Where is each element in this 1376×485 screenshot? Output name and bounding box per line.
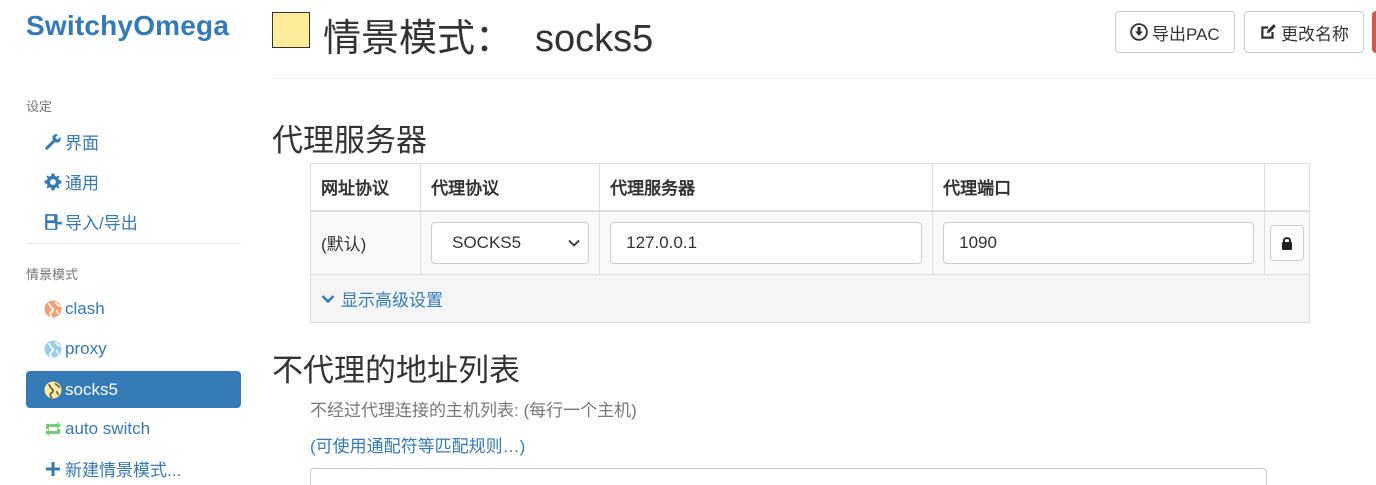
- protocol-select[interactable]: SOCKS5: [431, 221, 590, 264]
- lock-icon: [1282, 236, 1293, 250]
- scheme-cell: (默认): [309, 210, 422, 275]
- sidebar-item-import-export[interactable]: 导入/导出: [26, 203, 241, 240]
- chevron-down-icon: [321, 294, 335, 303]
- globe-icon: [43, 339, 63, 359]
- sidebar-item-label: socks5: [65, 379, 118, 399]
- chevron-down-icon: [568, 239, 580, 247]
- port-input[interactable]: 1090: [943, 221, 1255, 264]
- globe-icon: [43, 299, 63, 319]
- gear-icon: [43, 172, 63, 192]
- column-header: 网址协议: [309, 163, 422, 212]
- profile-name: socks5: [535, 18, 654, 60]
- export-pac-button[interactable]: 导出PAC: [1115, 11, 1235, 53]
- settings-header: 设定: [26, 99, 53, 114]
- column-header-empty: [1264, 163, 1310, 212]
- page-title: 情景模式： socks5: [323, 7, 653, 62]
- column-header: 代理协议: [420, 163, 601, 212]
- bypass-rules-link[interactable]: (可使用通配符等匹配规则…): [310, 432, 525, 457]
- sidebar-item-label: auto switch: [65, 418, 151, 438]
- globe-icon: [43, 380, 63, 400]
- server-input[interactable]: 127.0.0.1: [610, 221, 923, 264]
- column-header: 代理服务器: [599, 163, 934, 212]
- auth-button[interactable]: [1270, 224, 1305, 261]
- new-profile-link[interactable]: 新建情景模式...: [26, 450, 241, 485]
- switch-arrows-icon: [43, 419, 63, 439]
- show-advanced-link[interactable]: 显示高级设置: [321, 286, 443, 311]
- bypass-list-textarea[interactable]: [310, 468, 1267, 485]
- column-header: 代理端口: [932, 163, 1266, 212]
- advanced-row: 显示高级设置: [310, 274, 1310, 323]
- bypass-help-text: 不经过代理连接的主机列表: (每行一个主机): [310, 401, 637, 420]
- protocol-select-value: SOCKS5: [452, 232, 522, 252]
- sidebar-item-label: 界面: [65, 134, 99, 153]
- bypass-section-title: 不代理的地址列表: [272, 353, 520, 388]
- sidebar-item-proxy[interactable]: proxy: [26, 330, 241, 367]
- page-title-prefix: 情景模式：: [323, 18, 514, 60]
- wrench-icon: [43, 132, 63, 152]
- sidebar-divider: [26, 243, 241, 244]
- brand-logo: SwitchyOmega: [26, 10, 230, 41]
- sidebar-item-label: clash: [65, 298, 105, 318]
- header-divider: [272, 78, 1376, 79]
- edit-icon: [1261, 24, 1276, 39]
- sidebar-item-label: proxy: [65, 338, 107, 358]
- table-row: (默认) SOCKS5 127.0.0.1 1090: [309, 210, 1310, 275]
- rename-label: 更改名称: [1281, 24, 1349, 44]
- profiles-header: 情景模式: [26, 267, 79, 282]
- sidebar-item-auto-switch[interactable]: auto switch: [26, 410, 241, 447]
- import-export-icon: [43, 212, 63, 232]
- table-header-row: 网址协议 代理协议 代理服务器 代理端口: [309, 163, 1310, 212]
- export-pac-label: 导出PAC: [1152, 24, 1220, 44]
- profile-color-swatch[interactable]: [272, 12, 310, 48]
- delete-button[interactable]: [1372, 11, 1376, 53]
- sidebar-item-interface[interactable]: 界面: [26, 123, 241, 160]
- show-advanced-label: 显示高级设置: [341, 291, 443, 310]
- proxy-section-title: 代理服务器: [272, 123, 427, 158]
- proxy-table: 网址协议 代理协议 代理服务器 代理端口 (默认) SOCKS5 127.0.0…: [309, 163, 1310, 323]
- plus-icon: [43, 459, 63, 479]
- rename-button[interactable]: 更改名称: [1244, 11, 1364, 53]
- sidebar-item-socks5[interactable]: socks5: [26, 371, 241, 408]
- sidebar-item-label: 通用: [65, 174, 99, 193]
- sidebar-item-label: 新建情景模式...: [65, 461, 182, 480]
- sidebar-item-label: 导入/导出: [65, 214, 138, 233]
- sidebar-item-general[interactable]: 通用: [26, 163, 241, 200]
- sidebar-item-clash[interactable]: clash: [26, 290, 241, 327]
- download-icon: [1130, 23, 1148, 41]
